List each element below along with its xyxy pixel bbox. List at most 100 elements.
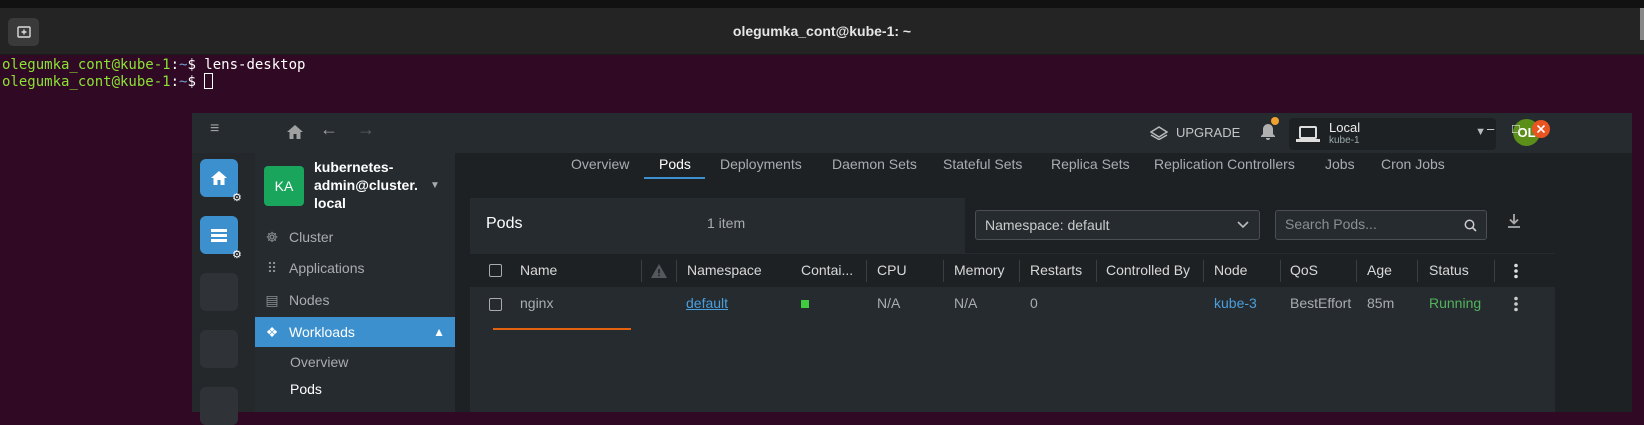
forward-arrow-icon[interactable]: → <box>357 119 375 140</box>
laptop-icon <box>1299 126 1317 139</box>
chevron-down-icon <box>1237 221 1249 229</box>
search-icon[interactable] <box>1464 219 1477 232</box>
minimize-button[interactable]: – <box>1487 121 1494 136</box>
sidebar-subitem-pods[interactable]: Pods <box>290 381 322 397</box>
sidebar-subitem-overview[interactable]: Overview <box>290 354 348 370</box>
window-edge <box>1640 8 1644 40</box>
column-separator <box>1280 260 1281 282</box>
column-separator <box>1203 260 1204 282</box>
prompt-sep: : <box>170 57 180 73</box>
column-header-cpu[interactable]: CPU <box>877 262 907 278</box>
cluster-name-line: kubernetes- <box>314 159 394 175</box>
cluster-selector-name: Local <box>1329 120 1361 135</box>
notification-bell-icon[interactable] <box>1260 123 1276 141</box>
tab-cron-jobs[interactable]: Cron Jobs <box>1381 155 1445 183</box>
server-icon: ▤ <box>265 291 279 308</box>
lens-topbar: ≡ ← → UPGRADE Local kube-1 ▼ OL – ☐ <box>192 113 1632 153</box>
row-highlight-line <box>493 328 631 330</box>
tab-stateful-sets[interactable]: Stateful Sets <box>943 155 1022 183</box>
home-icon <box>211 171 227 185</box>
search-input[interactable] <box>1285 216 1455 232</box>
hotbar-empty-slot[interactable] <box>200 273 238 311</box>
prompt-command: $ lens-desktop <box>187 57 306 73</box>
column-header-containers[interactable]: Contai... <box>801 262 853 278</box>
laptop-base <box>1296 139 1320 142</box>
column-separator <box>641 260 642 282</box>
hotbar-empty-slot[interactable] <box>200 330 238 368</box>
menu-icon[interactable]: ≡ <box>210 120 219 138</box>
hotbar-empty-slot[interactable] <box>200 387 238 425</box>
table-header: Name Namespace Contai... CPU Memory Rest… <box>470 254 1555 287</box>
tab-replica-sets[interactable]: Replica Sets <box>1051 155 1130 183</box>
sidebar-item-nodes[interactable]: ▤ Nodes <box>255 285 455 315</box>
search-box[interactable] <box>1275 210 1487 240</box>
list-icon <box>211 229 227 242</box>
row-menu-icon[interactable] <box>1513 296 1519 312</box>
sidebar: KA kubernetes- admin@cluster. local ▼ ☸ … <box>255 153 455 412</box>
pods-panel: Pods 1 item Namespace: default Name <box>470 198 1555 412</box>
tab-daemon-sets[interactable]: Daemon Sets <box>832 155 917 183</box>
column-separator <box>1494 260 1495 282</box>
tab-replication-controllers[interactable]: Replication Controllers <box>1154 155 1295 183</box>
column-separator <box>866 260 867 282</box>
prompt-sep: : <box>170 74 180 90</box>
cluster-selector[interactable]: Local kube-1 ▼ <box>1289 118 1496 150</box>
back-arrow-icon[interactable]: ← <box>320 119 338 140</box>
pod-qos: BestEffort <box>1290 295 1352 311</box>
column-header-status[interactable]: Status <box>1429 262 1469 278</box>
row-checkbox[interactable] <box>489 298 502 311</box>
column-header-name[interactable]: Name <box>520 262 557 278</box>
container-status-indicator <box>801 300 809 308</box>
tab-deployments[interactable]: Deployments <box>720 155 802 183</box>
tab-jobs[interactable]: Jobs <box>1325 155 1355 183</box>
gear-icon: ⚙ <box>232 192 242 204</box>
column-header-node[interactable]: Node <box>1214 262 1247 278</box>
column-header-memory[interactable]: Memory <box>954 262 1005 278</box>
pod-namespace-link[interactable]: default <box>686 295 728 311</box>
pod-memory: N/A <box>954 295 978 311</box>
terminal-line: olegumka_cont@kube-1:~$ lens-desktop <box>2 56 305 74</box>
sidebar-item-workloads[interactable]: ❖ Workloads ▲ <box>255 317 455 347</box>
close-button[interactable] <box>1531 119 1551 139</box>
sidebar-item-applications[interactable]: ⠿ Applications <box>255 253 455 283</box>
terminal-title: olegumka_cont@kube-1: ~ <box>732 23 912 39</box>
column-header-controlled-by[interactable]: Controlled By <box>1106 262 1190 278</box>
pod-age: 85m <box>1367 295 1395 311</box>
column-separator <box>676 260 677 282</box>
home-icon[interactable] <box>286 124 304 140</box>
chevron-down-icon[interactable]: ▼ <box>430 180 440 191</box>
pod-node-link[interactable]: kube-3 <box>1214 295 1257 311</box>
namespace-select[interactable]: Namespace: default <box>975 210 1260 240</box>
column-header-restarts[interactable]: Restarts <box>1030 262 1082 278</box>
terminal-cursor <box>204 73 214 89</box>
column-header-namespace[interactable]: Namespace <box>687 262 762 278</box>
maximize-button[interactable]: ☐ <box>1511 123 1521 136</box>
sidebar-item-label: Workloads <box>289 324 355 340</box>
pod-name: nginx <box>520 295 554 311</box>
active-tab-indicator <box>644 177 705 179</box>
system-top-bar <box>0 0 1644 8</box>
table-row[interactable]: nginx default N/A N/A 0 kube-3 BestEffor… <box>470 287 1555 320</box>
column-header-age[interactable]: Age <box>1367 262 1392 278</box>
upgrade-button[interactable]: UPGRADE <box>1150 125 1240 140</box>
main-content: Overview Pods Deployments Daemon Sets St… <box>455 153 1632 412</box>
select-all-checkbox[interactable] <box>489 264 502 277</box>
upgrade-label: UPGRADE <box>1176 125 1241 140</box>
sidebar-item-label: Applications <box>289 260 365 276</box>
column-header-qos[interactable]: QoS <box>1290 262 1318 278</box>
pod-restarts: 0 <box>1030 295 1038 311</box>
sidebar-item-cluster[interactable]: ☸ Cluster <box>255 222 455 252</box>
column-separator <box>1417 260 1418 282</box>
warning-icon <box>651 264 667 278</box>
column-menu-icon[interactable] <box>1513 263 1519 279</box>
filter-area: Namespace: default <box>965 198 1555 253</box>
lens-window: ≡ ← → UPGRADE Local kube-1 ▼ OL – ☐ ⚙ ⚙ <box>192 113 1632 425</box>
workload-tabs: Overview Pods Deployments Daemon Sets St… <box>455 153 1632 185</box>
cluster-header[interactable]: KA kubernetes- admin@cluster. local ▼ <box>255 153 455 223</box>
download-icon[interactable] <box>1506 213 1522 229</box>
tab-overview[interactable]: Overview <box>571 155 629 183</box>
terminal-header: olegumka_cont@kube-1: ~ <box>0 8 1644 55</box>
cluster-name-line: admin@cluster. <box>314 177 418 193</box>
pod-cpu: N/A <box>877 295 901 311</box>
column-separator <box>1019 260 1020 282</box>
